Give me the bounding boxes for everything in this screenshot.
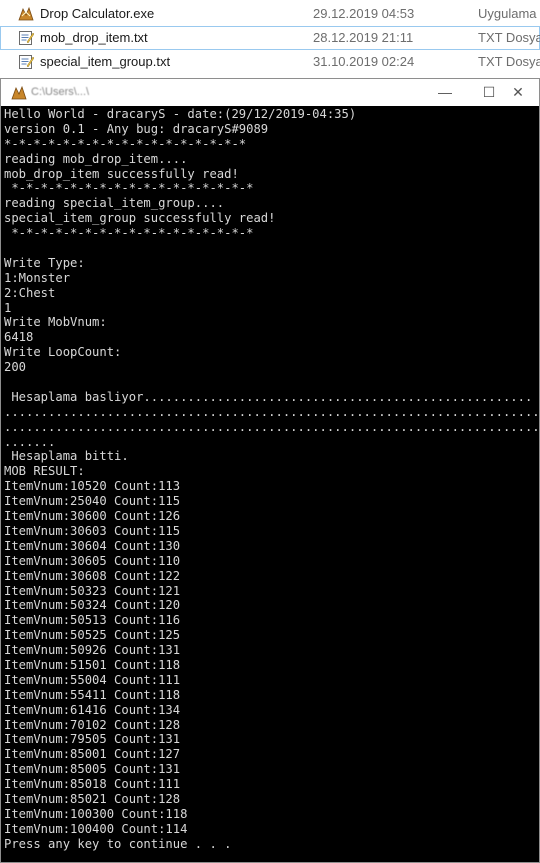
console-line: ItemVnum:55411 Count:118: [4, 687, 181, 702]
console-window[interactable]: C:\Users\...\ — ☐ ✕ Hello World - dracar…: [0, 78, 540, 863]
console-line: ItemVnum:25040 Count:115: [4, 494, 181, 509]
window-title: C:\Users\...\: [31, 86, 90, 98]
title-bar[interactable]: C:\Users\...\ — ☐ ✕: [1, 79, 539, 106]
console-line: ItemVnum:70102 Count:128: [4, 717, 181, 732]
console-line: reading mob_drop_item....: [4, 151, 188, 166]
console-line: ItemVnum:55004 Count:111: [4, 672, 181, 687]
file-date: 29.12.2019 04:53: [313, 6, 415, 21]
minimize-button[interactable]: —: [423, 79, 467, 106]
console-line: 1:Monster: [4, 270, 71, 285]
console-line: ItemVnum:30605 Count:110: [4, 553, 181, 568]
file-type: Uygulama: [478, 6, 537, 21]
text-file-icon: [18, 54, 35, 70]
console-line: ItemVnum:50513 Count:116: [4, 613, 181, 628]
file-type: TXT Dosya: [478, 30, 540, 45]
file-type: TXT Dosya: [478, 54, 540, 69]
console-line: Write LoopCount:: [4, 345, 122, 360]
text-file-icon: [18, 30, 35, 46]
console-line: Press any key to continue . . .: [4, 836, 232, 851]
app-exe-icon: [18, 6, 34, 22]
console-line: 2:Chest: [4, 285, 56, 300]
console-line: ItemVnum:30600 Count:126: [4, 509, 181, 524]
console-line: MOB RESULT:: [4, 464, 85, 479]
console-line: 6418: [4, 330, 34, 345]
console-line: ItemVnum:30603 Count:115: [4, 523, 181, 538]
console-line: ........................................…: [4, 419, 538, 434]
file-list: Drop Calculator.exe 29.12.2019 04:53 Uyg…: [0, 0, 540, 78]
file-name: special_item_group.txt: [40, 54, 171, 69]
close-button[interactable]: ✕: [497, 79, 539, 106]
console-line: ItemVnum:85005 Count:131: [4, 762, 181, 777]
console-line: Write MobVnum:: [4, 315, 107, 330]
console-line: .......: [4, 434, 56, 449]
console-line: ItemVnum:50323 Count:121: [4, 583, 181, 598]
console-line: ItemVnum:51501 Count:118: [4, 657, 181, 672]
console-line: ItemVnum:85001 Count:127: [4, 747, 181, 762]
console-line: ItemVnum:30604 Count:130: [4, 538, 181, 553]
console-line: Hesaplama basliyor......................…: [4, 389, 533, 404]
console-line: ItemVnum:100300 Count:118: [4, 806, 188, 821]
file-date: 31.10.2019 02:24: [313, 54, 415, 69]
console-line: ItemVnum:50926 Count:131: [4, 643, 181, 658]
console-line: ItemVnum:79505 Count:131: [4, 732, 181, 747]
console-line: version 0.1 - Any bug: dracaryS#9089: [4, 121, 269, 136]
console-line: ItemVnum:61416 Count:134: [4, 702, 181, 717]
console-line: reading special_item_group....: [4, 196, 225, 211]
console-line: Hesaplama bitti.: [4, 449, 129, 464]
console-line: ItemVnum:85018 Count:111: [4, 777, 181, 792]
console-line: Write Type:: [4, 255, 85, 270]
app-exe-icon: [11, 85, 27, 100]
console-line: *-*-*-*-*-*-*-*-*-*-*-*-*-*-*-*-*: [4, 226, 254, 241]
file-row-drop-calculator[interactable]: Drop Calculator.exe 29.12.2019 04:53 Uyg…: [0, 2, 540, 26]
console-line: ItemVnum:50525 Count:125: [4, 628, 181, 643]
console-output[interactable]: Hello World - dracaryS - date:(29/12/201…: [4, 107, 538, 861]
console-line: ItemVnum:50324 Count:120: [4, 598, 181, 613]
console-line: ItemVnum:85021 Count:128: [4, 791, 181, 806]
file-name: mob_drop_item.txt: [40, 30, 148, 45]
console-line: ItemVnum:30608 Count:122: [4, 568, 181, 583]
console-line: 1: [4, 300, 12, 315]
console-line: ........................................…: [4, 404, 538, 419]
console-line: special_item_group successfully read!: [4, 211, 276, 226]
console-line: *-*-*-*-*-*-*-*-*-*-*-*-*-*-*-*-*: [4, 181, 254, 196]
console-line: Hello World - dracaryS - date:(29/12/201…: [4, 107, 357, 121]
console-line: mob_drop_item successfully read!: [4, 166, 239, 181]
console-line: 200: [4, 360, 27, 375]
console-line: ItemVnum:100400 Count:114: [4, 821, 188, 836]
console-line: *-*-*-*-*-*-*-*-*-*-*-*-*-*-*-*-*: [4, 136, 247, 151]
file-date: 28.12.2019 21:11: [313, 30, 414, 45]
file-row-mob-drop-item[interactable]: mob_drop_item.txt 28.12.2019 21:11 TXT D…: [0, 26, 540, 50]
file-row-special-item-group[interactable]: special_item_group.txt 31.10.2019 02:24 …: [0, 50, 540, 74]
console-line: ItemVnum:10520 Count:113: [4, 479, 181, 494]
file-name: Drop Calculator.exe: [40, 6, 155, 21]
